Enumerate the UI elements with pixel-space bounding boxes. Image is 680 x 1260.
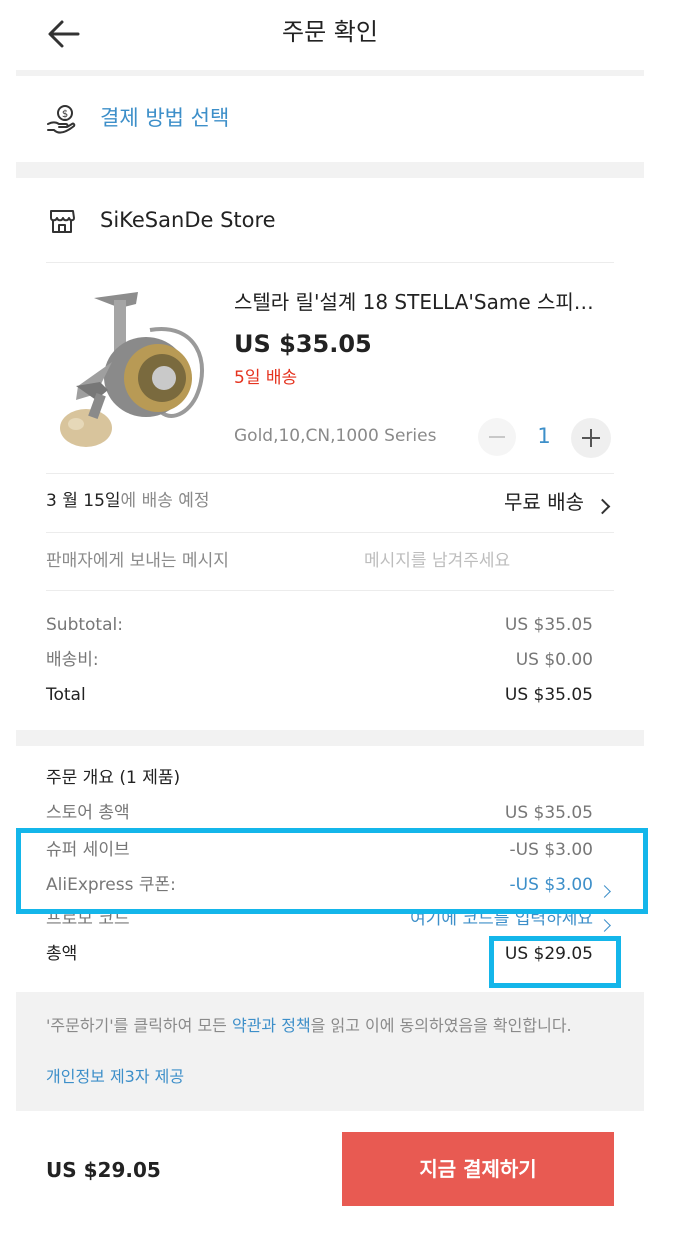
svg-text:$: $ [62, 109, 68, 120]
product-variant[interactable]: Gold,10,CN,1000 Series [234, 428, 436, 445]
shipping-estimate: 3 월 15일에 배송 예정 [46, 493, 210, 510]
store-name[interactable]: SiKeSanDe Store [100, 210, 276, 231]
terms-panel [16, 992, 644, 1111]
pay-now-button[interactable]: 지금 결제하기 [342, 1132, 614, 1206]
quantity-value[interactable]: 1 [534, 426, 554, 447]
grand-total-label: 총액 [46, 944, 78, 964]
subtotal-value: US $35.05 [504, 615, 593, 635]
privacy-link[interactable]: 개인정보 제3자 제공 [46, 1069, 184, 1085]
seller-message-input[interactable]: 메시지를 남겨주세요 [364, 553, 510, 570]
pay-now-label: 지금 결제하기 [419, 1157, 537, 1181]
plus-icon [582, 429, 600, 447]
terms-text: '주문하기'를 클릭하여 모든 약관과 정책을 읽고 이에 동의하였음을 확인합… [46, 1012, 616, 1039]
highlight-box-discounts [16, 828, 648, 914]
shipping-date: 3 월 15일 [46, 491, 121, 511]
shipping-fee-value: US $0.00 [515, 650, 593, 670]
chevron-right-icon [594, 497, 611, 516]
seller-message-label: 판매자에게 보내는 메시지 [46, 551, 229, 571]
store-icon [50, 210, 75, 233]
product-image[interactable] [46, 282, 211, 452]
section-separator [16, 162, 644, 178]
hand-coin-icon: $ [47, 105, 76, 134]
payment-method-label: 결제 방법 선택 [100, 106, 230, 130]
store-total-label: 스토어 총액 [46, 803, 130, 823]
shipping-method-button[interactable]: 무료 배송 [480, 488, 614, 518]
terms-link[interactable]: 약관과 정책 [232, 1016, 311, 1035]
total-value: US $35.05 [504, 685, 593, 705]
subtotal-label: Subtotal: [46, 615, 123, 635]
quantity-decrease-button[interactable] [478, 418, 516, 456]
section-separator [16, 730, 644, 746]
total-label: Total [46, 685, 86, 705]
divider [46, 532, 614, 533]
section-separator [16, 70, 644, 76]
fishing-reel-image [60, 292, 205, 447]
store-total-value: US $35.05 [504, 803, 593, 823]
product-title[interactable]: 스텔라 릴'설계 18 STELLA'Same 스피… [234, 292, 594, 312]
divider [46, 473, 614, 474]
order-summary-title: 주문 개요 (1 제품) [46, 768, 181, 788]
divider [46, 262, 614, 263]
quantity-increase-button[interactable] [571, 418, 611, 458]
delivery-days: 5일 배송 [234, 368, 298, 388]
minus-icon [489, 436, 505, 438]
page-title: 주문 확인 [282, 18, 378, 46]
divider [46, 590, 614, 591]
terms-prefix: '주문하기'를 클릭하여 모든 [46, 1016, 232, 1035]
highlight-box-total [489, 936, 621, 988]
payment-method-row[interactable]: $ 결제 방법 선택 [16, 96, 644, 146]
shipping-method-label: 무료 배송 [504, 490, 584, 514]
shipping-fee-label: 배송비: [46, 650, 99, 670]
terms-suffix: 을 읽고 이에 동의하였음을 확인합니다. [310, 1016, 572, 1035]
footer-total: US $29.05 [46, 1158, 161, 1182]
shipping-date-suffix: 에 배송 예정 [120, 491, 210, 511]
chevron-right-icon [598, 915, 611, 934]
product-price: US $35.05 [234, 330, 372, 358]
